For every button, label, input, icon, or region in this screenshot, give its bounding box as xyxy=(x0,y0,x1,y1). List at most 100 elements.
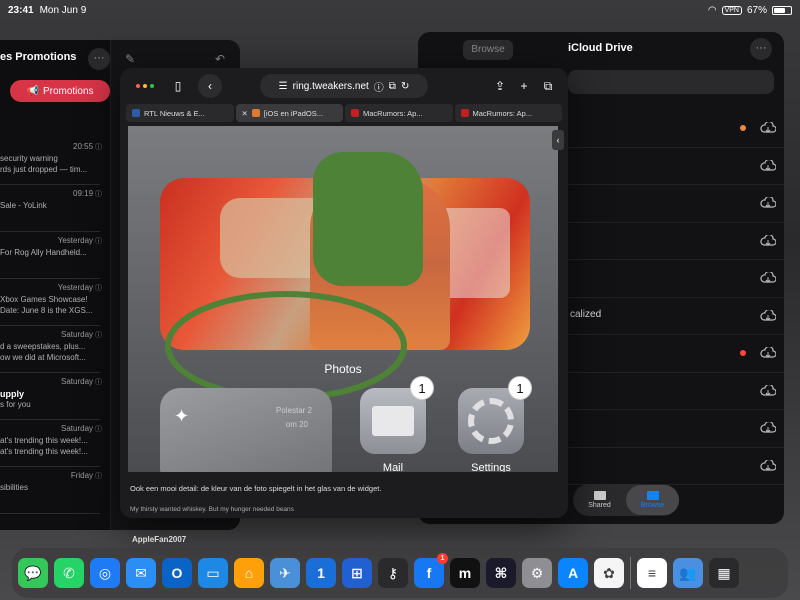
icloud-more-button[interactable]: ··· xyxy=(750,38,772,60)
cloud-download-icon[interactable] xyxy=(760,309,776,322)
mastodon-icon[interactable]: m xyxy=(450,558,480,588)
mail-list-item[interactable]: Saturday d a sweepstakes, plus... ow we … xyxy=(0,326,100,373)
polestar-label: Polestar 2 xyxy=(275,406,312,415)
cloud-download-icon[interactable] xyxy=(760,122,776,134)
icloud-file-row[interactable] xyxy=(568,223,784,260)
icloud-file-row[interactable] xyxy=(568,110,784,148)
icloud-search-field[interactable] xyxy=(568,70,774,94)
tab-shared[interactable]: Shared xyxy=(573,485,626,515)
reload-icon[interactable]: ↻ xyxy=(401,81,409,92)
keys-icon[interactable]: ⚷ xyxy=(378,558,408,588)
1password-icon[interactable]: 1 xyxy=(306,558,336,588)
extension-icon[interactable]: ⧉ xyxy=(389,81,396,92)
safari-icon[interactable]: ◎ xyxy=(90,558,120,588)
window-controls[interactable] xyxy=(136,84,154,88)
icloud-file-row[interactable] xyxy=(568,185,784,223)
status-dot xyxy=(740,125,746,131)
address-bar[interactable]: ☰ ring.tweakers.net ⓘ ⧉ ↻ xyxy=(260,74,428,98)
touchid-icon[interactable]: ⌘ xyxy=(486,558,516,588)
chevron-left-icon[interactable]: ‹ xyxy=(552,130,564,150)
mail-list-item[interactable]: 09:19 Sale - YoLink xyxy=(0,185,100,232)
new-tab-icon[interactable]: + xyxy=(512,74,536,98)
tab-title: RTL Nieuws & E... xyxy=(144,108,205,118)
promotions-button[interactable]: 📢 Promotions xyxy=(10,80,110,102)
cloud-download-icon[interactable] xyxy=(760,384,776,397)
tabs-overview-icon[interactable]: ⧉ xyxy=(536,74,560,98)
mail-list-item[interactable]: Saturday at's trending this week!... at'… xyxy=(0,420,100,467)
promotions-label: Promotions xyxy=(42,85,94,97)
post-text: Ook een mooi detail: de kleur van de fot… xyxy=(130,484,382,493)
files-icon[interactable]: ▭ xyxy=(198,558,228,588)
tab-title: MacRumors: Ap... xyxy=(363,108,423,118)
dock-separator xyxy=(630,557,631,589)
sparkle-icon: ✦ xyxy=(174,406,190,426)
photos-icon[interactable]: ✿ xyxy=(594,558,624,588)
photos-widget-label: Photos xyxy=(324,362,362,376)
safari-window[interactable]: ▯ ‹ ☰ ring.tweakers.net ⓘ ⧉ ↻ ⇪ + ⧉ RTL … xyxy=(120,68,568,518)
settings-badge: 1 xyxy=(508,376,532,400)
app-library-icon[interactable]: ▦ xyxy=(709,558,739,588)
mail-item-time: Saturday xyxy=(61,424,102,434)
whatsapp-icon[interactable]: ✆ xyxy=(54,558,84,588)
close-tab-icon[interactable]: ✕ xyxy=(242,109,248,118)
battery-fill xyxy=(774,7,785,13)
mail-list-item[interactable]: Yesterday For Rog Ally Handheld... xyxy=(0,232,100,279)
icloud-file-row[interactable] xyxy=(568,448,784,485)
icloud-file-list[interactable]: calized xyxy=(568,110,784,485)
cloud-download-icon[interactable] xyxy=(760,272,776,284)
mail-list-item[interactable]: 20:55 security warning rds just dropped … xyxy=(0,138,100,185)
sidebar-icon[interactable]: ▯ xyxy=(166,74,190,98)
browse-back-button[interactable]: Browse xyxy=(463,40,513,60)
mail-item-line1: For Rog Ally Handheld... xyxy=(0,248,87,257)
shared-folder-icon[interactable]: 👥 xyxy=(673,558,703,588)
megaphone-icon: 📢 xyxy=(26,85,39,97)
cloud-download-icon[interactable] xyxy=(760,459,776,472)
safari-tab[interactable]: MacRumors: Ap... xyxy=(345,104,453,122)
share-icon[interactable]: ⇪ xyxy=(488,74,512,98)
settings-icon[interactable]: ⚙ xyxy=(522,558,552,588)
document-icon[interactable]: ≡ xyxy=(637,558,667,588)
cloud-download-icon[interactable] xyxy=(760,159,776,172)
facebook-icon[interactable]: f1 xyxy=(414,553,448,588)
reply-icon[interactable]: ↶ xyxy=(209,48,231,70)
next-post-author[interactable]: AppleFan2007 xyxy=(132,535,186,544)
icloud-file-row[interactable] xyxy=(568,148,784,185)
mail-list-item[interactable]: Yesterday Xbox Games Showcase! Date: Jun… xyxy=(0,279,100,326)
mail-message-list[interactable]: 20:55 security warning rds just dropped … xyxy=(0,138,100,514)
safari-tab[interactable]: ✕ [iOS en iPadOS... xyxy=(235,104,343,122)
outlook-icon[interactable]: O xyxy=(162,558,192,588)
polestar-widget: ✦ Polestar 2 om 20 xyxy=(160,388,332,472)
home-icon[interactable]: ⌂ xyxy=(234,558,264,588)
icloud-file-row[interactable] xyxy=(568,410,784,448)
messages-icon[interactable]: 💬 xyxy=(18,558,48,588)
mail-list-item[interactable]: Friday sibilities xyxy=(0,467,100,514)
reader-icon[interactable]: ☰ xyxy=(279,81,288,92)
wifi-icon: ◠ xyxy=(707,4,717,16)
back-icon[interactable]: ‹ xyxy=(198,74,222,98)
battery-percent: 67% xyxy=(746,4,767,16)
dock: 💬 ✆ ◎ ✉ O ▭ ⌂ ✈ 1 ⊞ ⚷ f 1 m ⌘ ⚙ A ✿ ≡ 👥 ▦ xyxy=(12,548,788,598)
cloud-download-icon[interactable] xyxy=(760,234,776,247)
mail-item-time: Friday xyxy=(71,471,102,481)
compose-icon[interactable]: ✎ xyxy=(119,48,141,70)
mailbox-title: es Promotions xyxy=(0,51,77,63)
icloud-file-row[interactable] xyxy=(568,260,784,298)
windows-app-icon[interactable]: ⊞ xyxy=(342,558,372,588)
mail-list-item[interactable]: Saturday upply s for you xyxy=(0,373,100,420)
testflight-icon[interactable]: ✈ xyxy=(270,558,300,588)
mail-item-line2: ow we did at Microsoft... xyxy=(0,353,86,362)
appstore-icon[interactable]: A xyxy=(558,558,588,588)
password-icon[interactable]: ⓘ xyxy=(374,79,384,94)
status-time: 23:41 xyxy=(8,4,34,16)
safari-tab[interactable]: RTL Nieuws & E... xyxy=(126,104,234,122)
icloud-file-row[interactable] xyxy=(568,373,784,410)
icloud-file-row[interactable]: calized xyxy=(568,298,784,335)
safari-tab[interactable]: MacRumors: Ap... xyxy=(454,104,562,122)
mail-icon[interactable]: ✉ xyxy=(126,558,156,588)
tab-browse[interactable]: Browse xyxy=(626,485,679,515)
mail-more-button[interactable]: ··· xyxy=(88,48,110,70)
cloud-download-icon[interactable] xyxy=(760,422,776,434)
cloud-download-icon[interactable] xyxy=(760,197,776,209)
cloud-download-icon[interactable] xyxy=(760,347,776,359)
icloud-file-row[interactable] xyxy=(568,335,784,373)
